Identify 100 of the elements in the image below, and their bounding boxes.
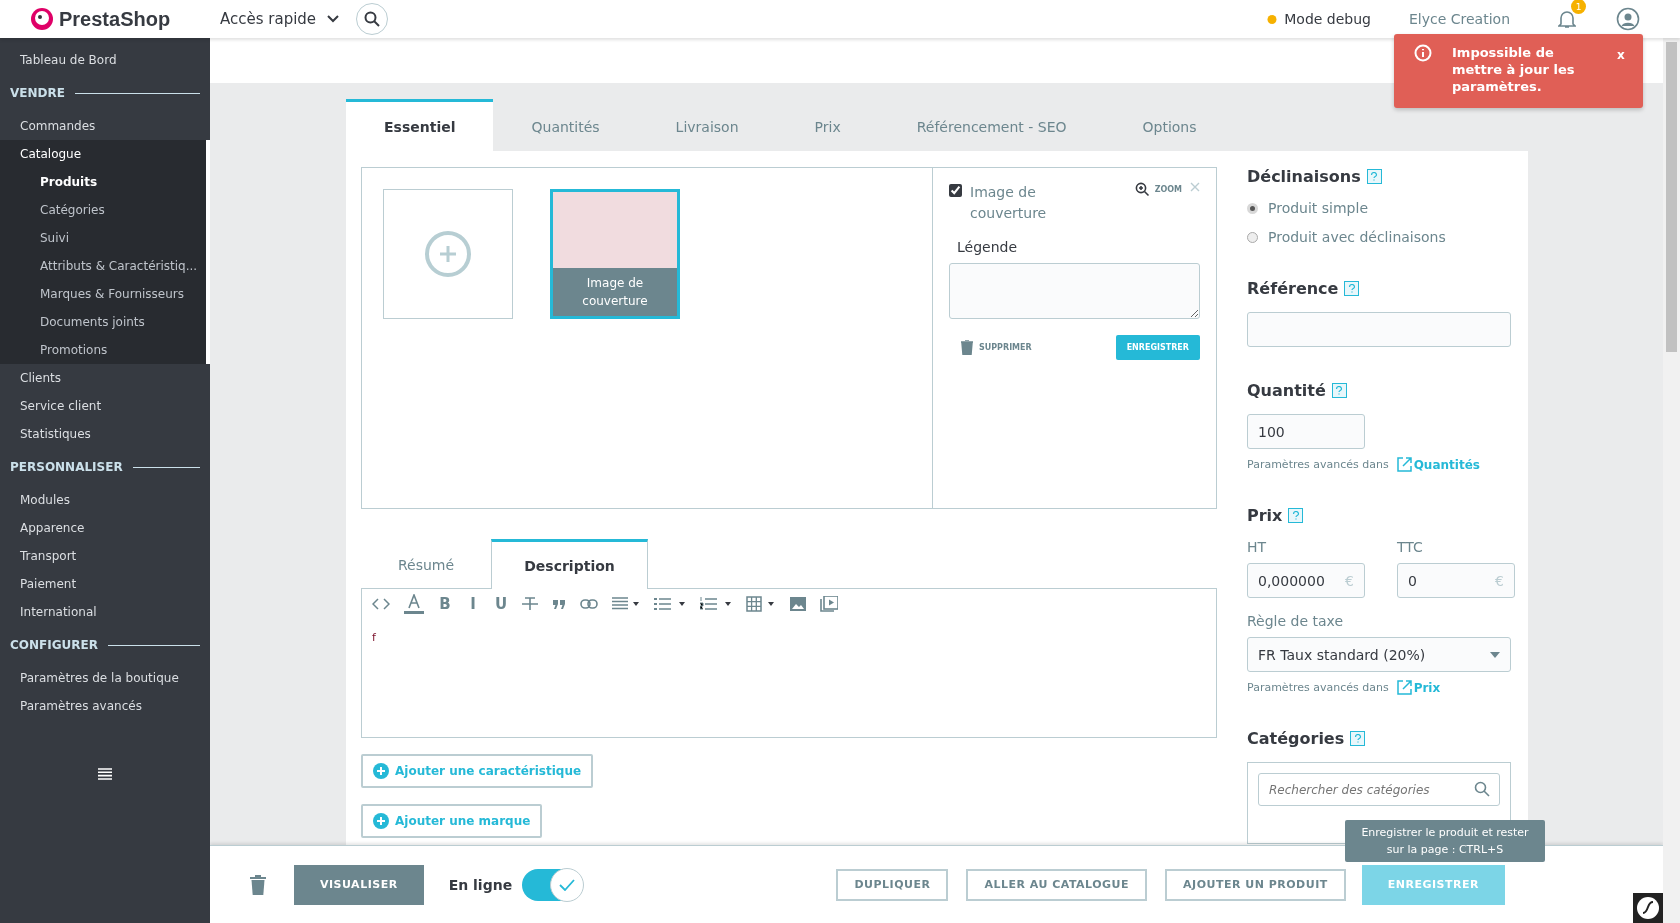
radio-button[interactable] — [1247, 202, 1258, 214]
help-icon[interactable] — [1344, 281, 1360, 296]
tooltip: Enregistrer le produit et rester sur la page : CTRL+S — [1345, 820, 1545, 862]
help-icon[interactable] — [1366, 169, 1382, 184]
add-image-tile[interactable] — [383, 189, 513, 319]
help-icon[interactable] — [1288, 508, 1304, 523]
sidebar-subitem[interactable]: Catégories — [0, 196, 206, 224]
image-icon[interactable] — [790, 597, 806, 611]
user-avatar-icon[interactable] — [1616, 7, 1640, 31]
bullet-list-icon[interactable] — [654, 597, 686, 611]
caption-label: Légende — [957, 239, 1019, 255]
section-title: Prix — [1247, 506, 1283, 525]
debug-mode-label[interactable]: Mode debug — [1284, 11, 1371, 27]
caret-icon[interactable] — [1490, 651, 1500, 658]
numbered-list-icon[interactable] — [700, 597, 732, 611]
sidebar-subitem[interactable]: Attributs & Caractéristiq... — [0, 252, 206, 280]
price-field[interactable]: 0,000000 € — [1247, 563, 1365, 598]
scrollbar-thumb[interactable] — [1666, 42, 1677, 352]
sidebar-section-title: VENDRE — [10, 86, 65, 100]
radio-button[interactable] — [1247, 231, 1258, 243]
sidebar-subitem[interactable]: Produits — [0, 168, 206, 196]
price-field[interactable]: 0 € — [1397, 563, 1515, 598]
cover-checkbox[interactable] — [949, 184, 962, 197]
tab[interactable]: Essentiel — [346, 99, 494, 151]
check-icon — [559, 878, 576, 891]
sidebar-item[interactable]: Statistiques — [0, 420, 210, 448]
bell-icon[interactable] — [1558, 9, 1576, 29]
sidebar-item[interactable]: Commandes — [0, 112, 210, 140]
field-label: TTC — [1397, 539, 1424, 555]
tax-rule-select[interactable]: FR Taux standard (20%) — [1247, 637, 1511, 672]
format-button[interactable]: U — [494, 595, 508, 613]
plus-circle-icon[interactable] — [373, 763, 389, 779]
table-icon[interactable] — [746, 596, 776, 612]
external-link-icon[interactable] — [1396, 457, 1412, 472]
sidebar-item[interactable]: Apparence — [0, 514, 210, 542]
online-toggle[interactable] — [522, 868, 583, 901]
trash-icon[interactable] — [250, 874, 266, 895]
quantity-field[interactable]: 100 — [1247, 414, 1365, 449]
code-icon[interactable] — [372, 598, 390, 610]
tab[interactable]: Description — [491, 539, 648, 589]
logo-icon — [30, 7, 54, 31]
section-title: Quantité — [1247, 381, 1326, 400]
section-title: Catégories — [1247, 729, 1345, 748]
quick-access-menu[interactable]: Accès rapide — [220, 10, 317, 28]
sidebar-item[interactable]: Clients — [0, 364, 210, 392]
description-editor[interactable]: B I U f — [361, 588, 1217, 738]
text-color-icon[interactable] — [404, 594, 424, 614]
sidebar-item[interactable]: Catalogue — [0, 140, 206, 168]
category-search-field[interactable]: Rechercher des catégories — [1258, 773, 1500, 806]
hint-text: Paramètres avancés dans — [1247, 681, 1389, 694]
chevron-icon[interactable] — [326, 14, 341, 24]
radio-label: Produit simple — [1268, 200, 1368, 216]
help-icon[interactable] — [1331, 383, 1347, 398]
product-image-tile[interactable]: Image de couverture — [550, 189, 680, 319]
zoom-in-icon[interactable] — [1134, 182, 1150, 197]
sidebar-item[interactable]: Paramètres avancés — [0, 692, 210, 720]
online-label: En ligne — [448, 876, 513, 893]
logo-text: PrestaShop — [59, 7, 171, 31]
sidebar-subitem[interactable]: Promotions — [0, 336, 206, 364]
footer-button[interactable]: DUPLIQUER — [836, 868, 949, 901]
sidebar-item[interactable]: Transport — [0, 542, 210, 570]
sidebar-item[interactable]: Tableau de Bord — [0, 46, 210, 74]
format-button[interactable]: B — [438, 595, 452, 613]
reference-field[interactable] — [1247, 312, 1511, 347]
search-icon[interactable] — [364, 11, 381, 27]
delete-button[interactable]: SUPPRIMER — [949, 335, 1032, 360]
sidebar-item[interactable]: Paramètres de la boutique — [0, 664, 210, 692]
search-button[interactable] — [356, 3, 389, 35]
sidebar-subitem[interactable]: Documents joints — [0, 308, 206, 336]
sidebar-item[interactable]: Paiement — [0, 570, 210, 598]
toast-close-button[interactable]: x — [1617, 48, 1625, 62]
quote-icon[interactable] — [552, 599, 566, 609]
sidebar-item[interactable]: Modules — [0, 486, 210, 514]
menu-icon[interactable] — [98, 768, 112, 780]
tab[interactable]: Résumé — [361, 539, 491, 588]
footer-button[interactable]: ALLER AU CATALOGUE — [966, 868, 1148, 901]
link-icon[interactable] — [580, 599, 598, 609]
section-title: Déclinaisons — [1247, 167, 1361, 186]
shop-name[interactable]: Elyce Creation — [1409, 11, 1510, 27]
plus-circle-icon[interactable] — [373, 813, 389, 829]
sidebar-subitem[interactable]: Suivi — [0, 224, 206, 252]
editor-text: f — [371, 630, 377, 646]
caption-field[interactable] — [949, 263, 1200, 319]
preview-button[interactable]: VISUALISER — [294, 864, 424, 905]
notification-badge: 1 — [1571, 0, 1586, 14]
sidebar-section-title: CONFIGURER — [10, 638, 98, 652]
video-icon[interactable] — [820, 596, 838, 612]
toast-message: Impossible de mettre à jour les paramètres. — [1452, 44, 1576, 95]
field-label: Règle de taxe — [1247, 613, 1345, 629]
strikethrough-icon[interactable] — [522, 597, 538, 611]
sidebar-item[interactable]: Service client — [0, 392, 210, 420]
external-link-icon[interactable] — [1396, 680, 1412, 695]
help-icon[interactable] — [1350, 731, 1366, 746]
align-dropdown-icon[interactable] — [612, 597, 640, 611]
footer-button[interactable]: AJOUTER UN PRODUIT — [1165, 868, 1346, 901]
sidebar-item[interactable]: International — [0, 598, 210, 626]
trash-icon[interactable] — [961, 340, 973, 355]
format-button[interactable]: I — [466, 595, 480, 613]
sidebar-subitem[interactable]: Marques & Fournisseurs — [0, 280, 206, 308]
zoom-button[interactable]: ZOOM — [1134, 182, 1182, 197]
